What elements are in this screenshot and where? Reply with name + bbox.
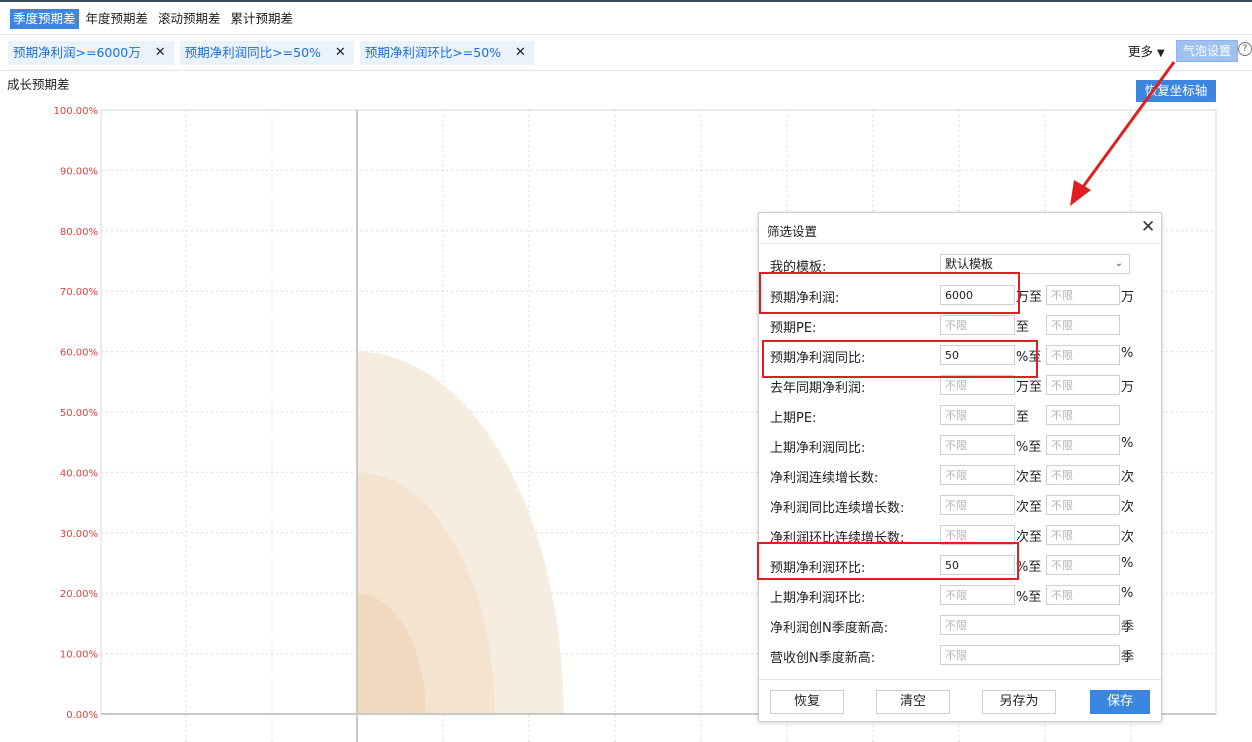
template-select-value: 默认模板 <box>945 257 994 271</box>
unit-label: 季 <box>1121 620 1135 635</box>
template-select[interactable]: 默认模板 ⌄ <box>940 254 1130 274</box>
y-tick-label: 50.00% <box>60 408 98 419</box>
unit-label: 次 <box>1121 500 1135 515</box>
unit-label: 季 <box>1121 650 1135 665</box>
y-tick-label: 60.00% <box>60 348 98 359</box>
range-to-input[interactable]: 不限 <box>1046 525 1120 545</box>
range-to-input[interactable]: 不限 <box>1046 435 1120 455</box>
chevron-down-icon: ⌄ <box>1114 258 1123 269</box>
unit-label: %至 <box>1016 590 1042 605</box>
range-to-input[interactable]: 不限 <box>1046 315 1120 335</box>
chip-label: 预期净利润>=6000万 <box>13 45 141 60</box>
tab-quarterly-gap[interactable]: 季度预期差 <box>10 9 79 29</box>
divider <box>0 34 1252 35</box>
unit-label: 万 <box>1121 380 1135 395</box>
unit-label: 万至 <box>1016 380 1043 395</box>
filter-label: 净利润连续增长数: <box>770 471 879 486</box>
y-tick-label: 40.00% <box>60 468 98 479</box>
divider <box>759 679 1161 680</box>
unit-label: 至 <box>1016 410 1030 425</box>
unit-label: % <box>1121 586 1134 601</box>
filter-chip-profit-qoq[interactable]: 预期净利润环比>=50% ✕ <box>359 41 534 65</box>
filter-label: 营收创N季度新高: <box>770 651 876 666</box>
filter-label: 去年同期净利润: <box>770 381 866 396</box>
filter-label: 净利润同比连续增长数: <box>770 501 905 516</box>
active-filter-chips: 预期净利润>=6000万 ✕ 预期净利润同比>=50% ✕ 预期净利润环比>=5… <box>8 41 534 65</box>
unit-label: %至 <box>1016 560 1042 575</box>
filter-chip-profit-yoy[interactable]: 预期净利润同比>=50% ✕ <box>179 41 354 65</box>
highlight-box <box>757 542 1019 580</box>
filter-label: 上期PE: <box>770 411 817 426</box>
dialog-title: 筛选设置 <box>767 224 818 239</box>
filter-label: 净利润创N季度新高: <box>770 621 889 636</box>
y-tick-label: 20.00% <box>60 589 98 600</box>
tab-rolling-gap[interactable]: 滚动预期差 <box>155 9 224 29</box>
range-from-input[interactable]: 不限 <box>940 435 1015 455</box>
tab-cumulative-gap[interactable]: 累计预期差 <box>228 9 297 29</box>
tab-annual-gap[interactable]: 年度预期差 <box>83 9 152 29</box>
highlight-box <box>759 272 1020 314</box>
filter-chip-net-profit[interactable]: 预期净利润>=6000万 ✕ <box>8 41 174 65</box>
unit-label: 次至 <box>1016 530 1043 545</box>
range-to-input[interactable]: 不限 <box>1046 405 1120 425</box>
range-to-input[interactable]: 不限 <box>1046 345 1120 365</box>
y-tick-label: 30.00% <box>60 529 98 540</box>
y-tick-label: 80.00% <box>60 227 98 238</box>
range-to-input[interactable]: 不限 <box>1046 465 1120 485</box>
range-to-input[interactable]: 不限 <box>1046 285 1120 305</box>
filter-label: 上期净利润同比: <box>770 441 866 456</box>
unit-label: %至 <box>1016 440 1042 455</box>
clear-button[interactable]: 清空 <box>876 690 950 714</box>
close-icon[interactable]: ✕ <box>515 41 526 65</box>
dialog-header: 筛选设置 ✕ <box>759 213 1161 244</box>
close-icon[interactable]: ✕ <box>1141 218 1155 236</box>
window-top-border <box>0 0 1252 2</box>
range-to-input[interactable]: 不限 <box>1046 555 1120 575</box>
range-from-input[interactable]: 不限 <box>940 495 1015 515</box>
range-to-input[interactable]: 不限 <box>1046 585 1120 605</box>
y-tick-label: 10.00% <box>60 650 98 661</box>
close-icon[interactable]: ✕ <box>335 41 346 65</box>
unit-label: % <box>1121 556 1134 571</box>
close-icon[interactable]: ✕ <box>155 41 166 65</box>
restore-button[interactable]: 恢复 <box>770 690 844 714</box>
unit-label: 次至 <box>1016 470 1043 485</box>
filter-label: 预期PE: <box>770 321 817 336</box>
unit-label: 万 <box>1121 290 1135 305</box>
unit-label: 次 <box>1121 530 1135 545</box>
highlight-box <box>762 340 1038 378</box>
save-button[interactable]: 保存 <box>1090 690 1150 714</box>
view-tabs: 季度预期差 年度预期差 滚动预期差 累计预期差 <box>10 9 296 31</box>
single-value-input[interactable]: 不限 <box>940 615 1120 635</box>
y-tick-label: 90.00% <box>60 166 98 177</box>
chip-label: 预期净利润环比>=50% <box>364 45 502 60</box>
filter-label: 上期净利润环比: <box>770 591 866 606</box>
chip-label: 预期净利润同比>=50% <box>184 45 321 60</box>
range-from-input[interactable]: 不限 <box>940 585 1015 605</box>
unit-label: 次 <box>1121 470 1135 485</box>
y-axis-ticks: 100.00% 90.00% 80.00% 70.00% 60.00% 50.00% 40.… <box>54 106 99 721</box>
annotation-arrow <box>1070 61 1176 206</box>
help-icon[interactable]: ? <box>1238 42 1252 56</box>
range-from-input[interactable]: 不限 <box>940 405 1015 425</box>
y-tick-label: 100.00% <box>54 106 99 117</box>
save-as-button[interactable]: 另存为 <box>982 690 1056 714</box>
y-tick-label: 0.00% <box>66 710 98 721</box>
range-from-input[interactable]: 不限 <box>940 375 1015 395</box>
unit-label: % <box>1121 436 1134 451</box>
chart-title: 成长预期差 <box>7 77 70 92</box>
unit-label: 次至 <box>1016 500 1043 515</box>
range-from-input[interactable]: 不限 <box>940 315 1015 335</box>
single-value-input[interactable]: 不限 <box>940 645 1120 665</box>
range-from-input[interactable]: 不限 <box>940 465 1015 485</box>
unit-label: 至 <box>1016 320 1030 335</box>
range-to-input[interactable]: 不限 <box>1046 375 1120 395</box>
y-tick-label: 70.00% <box>60 287 98 298</box>
unit-label: % <box>1121 346 1134 361</box>
range-to-input[interactable]: 不限 <box>1046 495 1120 515</box>
